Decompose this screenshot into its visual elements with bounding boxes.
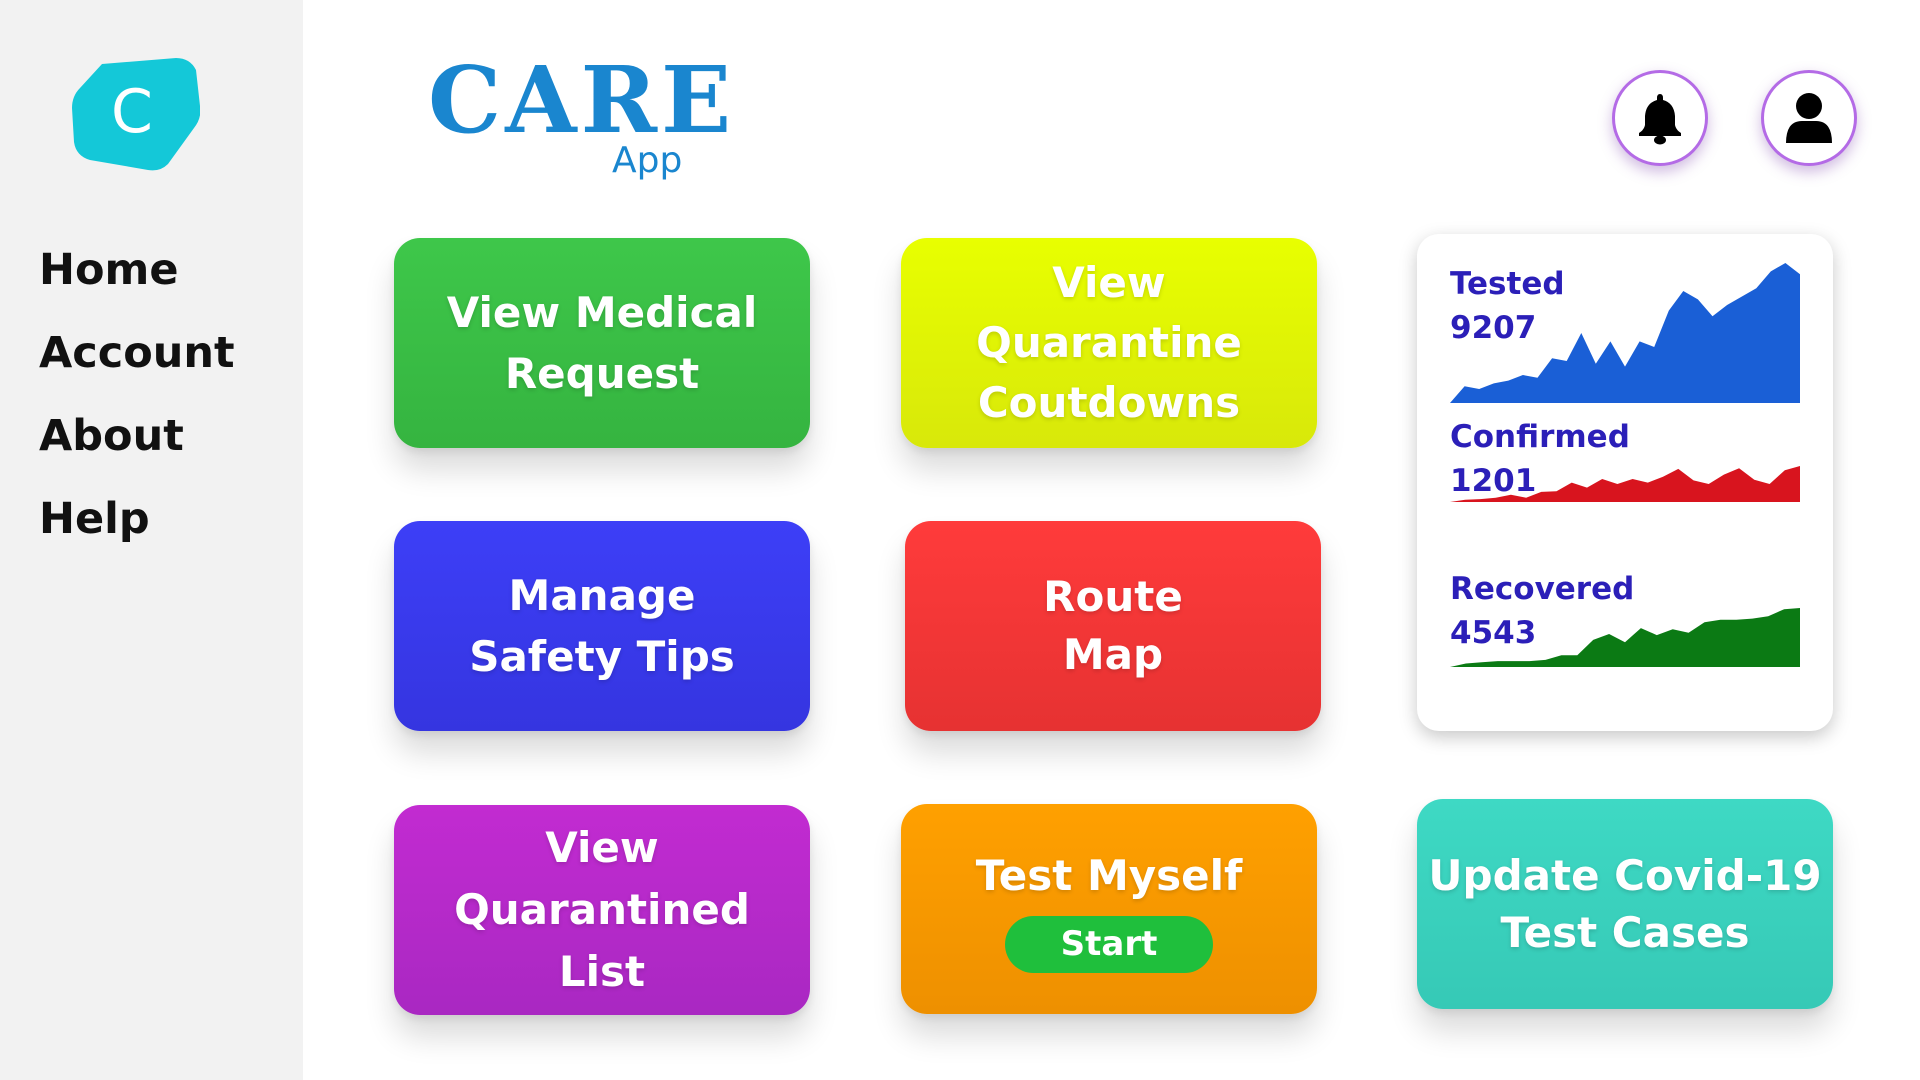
brand-subtitle: App [612,140,683,181]
sidebar-item-account[interactable]: Account [39,323,235,406]
tile-label: Safety Tips [469,632,735,681]
tile-label: Manage [508,571,696,620]
manage-safety-tips-tile[interactable]: Manage Safety Tips [394,521,810,731]
stat-label: Confirmed [1450,419,1630,455]
notifications-button[interactable] [1612,70,1708,166]
view-quarantined-list-tile[interactable]: View Quarantined List [394,805,810,1015]
tile-label: View Medical [446,288,758,337]
tile-label: View [545,823,659,872]
sidebar: C Home Account About Help [0,0,303,1080]
tile-label: Coutdowns [977,378,1241,427]
tile-label: View [1052,258,1166,307]
update-test-cases-tile[interactable]: Update Covid-19 Test Cases [1417,799,1833,1009]
view-quarantine-countdowns-tile[interactable]: View Quarantine Coutdowns [901,238,1317,448]
profile-button[interactable] [1761,70,1857,166]
stat-recovered: Recovered 4543 [1450,568,1810,708]
stats-card: Tested 9207 Confirmed 1201 Recovered 454… [1417,234,1833,731]
start-button[interactable]: Start [1005,916,1213,973]
tile-label: Route [1043,572,1183,621]
stat-value: 4543 [1450,615,1537,651]
logo-icon: C [72,58,201,171]
stat-label: Tested [1450,266,1565,302]
tile-label: Quarantined [454,885,750,934]
sidebar-item-about[interactable]: About [39,406,235,489]
sidebar-nav: Home Account About Help [39,240,235,572]
tile-label: Test Myself [975,851,1243,900]
app-logo[interactable]: C [72,56,201,172]
brand-title: CARE [428,46,736,154]
logo-letter: C [111,77,153,147]
bell-icon [1639,94,1681,145]
stat-tested: Tested 9207 [1450,263,1810,403]
tile-label: Test Cases [1500,908,1750,957]
sidebar-item-help[interactable]: Help [39,489,235,572]
stat-confirmed: Confirmed 1201 [1450,416,1810,556]
tile-label: Quarantine [976,318,1242,367]
view-medical-request-tile[interactable]: View Medical Request [394,238,810,448]
test-myself-tile[interactable]: Test Myself Start [901,804,1317,1014]
tile-label: Map [1062,630,1164,679]
start-button-label: Start [1060,924,1158,964]
stat-value: 1201 [1450,463,1537,499]
tile-label: Request [504,349,700,398]
stat-value: 9207 [1450,310,1537,346]
route-map-tile[interactable]: Route Map [905,521,1321,731]
stat-label: Recovered [1450,571,1635,607]
brand: CARE App [428,46,736,181]
user-icon [1786,93,1832,143]
tile-label: List [558,947,646,996]
sidebar-item-home[interactable]: Home [39,240,235,323]
tile-label: Update Covid-19 [1428,851,1822,900]
